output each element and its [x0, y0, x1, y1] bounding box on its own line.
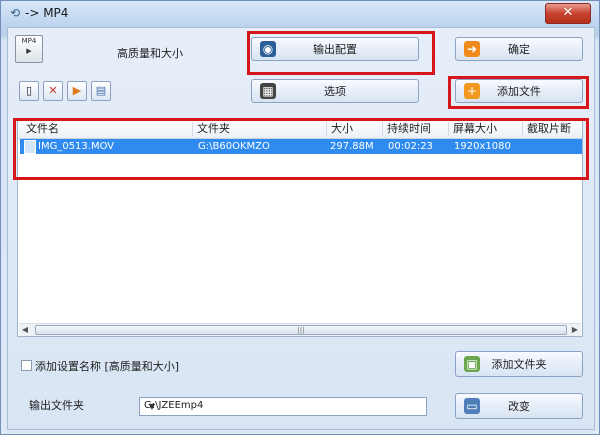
column-header-size[interactable]: 大小 [326, 122, 353, 136]
settings-disc-icon: ◉ [260, 41, 276, 57]
arrow-right-icon: ➜ [464, 41, 480, 57]
mp4-logo-icon: MP4 ▶ [15, 35, 43, 63]
column-header-folder[interactable]: 文件夹 [192, 122, 230, 136]
ok-button[interactable]: ➜ 确定 [455, 37, 583, 61]
output-config-button[interactable]: ◉ 输出配置 [251, 37, 419, 61]
add-settings-checkbox[interactable] [21, 360, 32, 371]
video-file-icon [24, 140, 36, 154]
column-header-name[interactable]: 文件名 [22, 122, 59, 136]
column-header-clip[interactable]: 截取片断 [522, 122, 571, 136]
column-header-resolution[interactable]: 屏幕大小 [448, 122, 497, 136]
scroll-left-icon[interactable]: ◀ [19, 324, 31, 336]
delete-file-icon: ▯ [25, 84, 33, 97]
info-button[interactable]: ▤ [91, 81, 111, 101]
file-list-header: 文件名 文件夹 大小 持续时间 屏幕大小 截取片断 [18, 120, 582, 139]
close-icon: ✕ [562, 5, 574, 20]
table-row[interactable]: IMG_0513.MOV G:\B60OKMZO 297.88M 00:02:2… [20, 139, 582, 154]
options-button[interactable]: ▦ 选项 [251, 79, 419, 103]
output-folder-select[interactable]: G:\JZEEmp4 ▼ [139, 397, 427, 416]
add-settings-label: 添加设置名称 [高质量和大小] [35, 360, 180, 373]
folder-icon: ▭ [464, 398, 480, 414]
film-icon: ▦ [260, 83, 276, 99]
cell-resolution: 1920x1080 [454, 141, 511, 152]
folder-add-icon: ▣ [464, 356, 480, 372]
title-bar[interactable]: ⟲ -> MP4 ✕ [1, 1, 599, 26]
converter-window: ⟲ -> MP4 ✕ MP4 ▶ 高质量和大小 ◉ 输出配置 ➜ 确定 ▦ 选项 … [0, 0, 600, 435]
play-icon: ▶ [72, 84, 82, 97]
info-icon: ▤ [95, 84, 107, 97]
plus-icon: + [464, 83, 480, 99]
cell-filename: IMG_0513.MOV [38, 141, 115, 152]
clear-icon: ✕ [48, 84, 58, 97]
file-list[interactable]: 文件名 文件夹 大小 持续时间 屏幕大小 截取片断 IMG_0513.MOV G… [17, 119, 583, 337]
app-icon: ⟲ [9, 6, 21, 20]
add-folder-button[interactable]: ▣ 添加文件夹 [455, 351, 583, 377]
cell-duration: 00:02:23 [388, 141, 433, 152]
cell-size: 297.88M [330, 141, 374, 152]
scroll-thumb[interactable]: ||| [35, 325, 567, 335]
change-button[interactable]: ▭ 改变 [455, 393, 583, 419]
close-button[interactable]: ✕ [545, 3, 591, 24]
profile-label: 高质量和大小 [117, 47, 183, 60]
play-button[interactable]: ▶ [67, 81, 87, 101]
chevron-down-icon[interactable]: ▼ [144, 398, 160, 415]
remove-file-button[interactable]: ▯ [19, 81, 39, 101]
cell-folder: G:\B60OKMZO [198, 141, 270, 152]
scroll-right-icon[interactable]: ▶ [569, 324, 581, 336]
add-file-button[interactable]: + 添加文件 [455, 79, 583, 103]
clear-list-button[interactable]: ✕ [43, 81, 63, 101]
column-header-duration[interactable]: 持续时间 [382, 122, 431, 136]
window-title: -> MP4 [25, 6, 69, 20]
horizontal-scrollbar[interactable]: ◀ ||| ▶ [19, 323, 581, 336]
output-folder-label: 输出文件夹 [29, 399, 84, 412]
